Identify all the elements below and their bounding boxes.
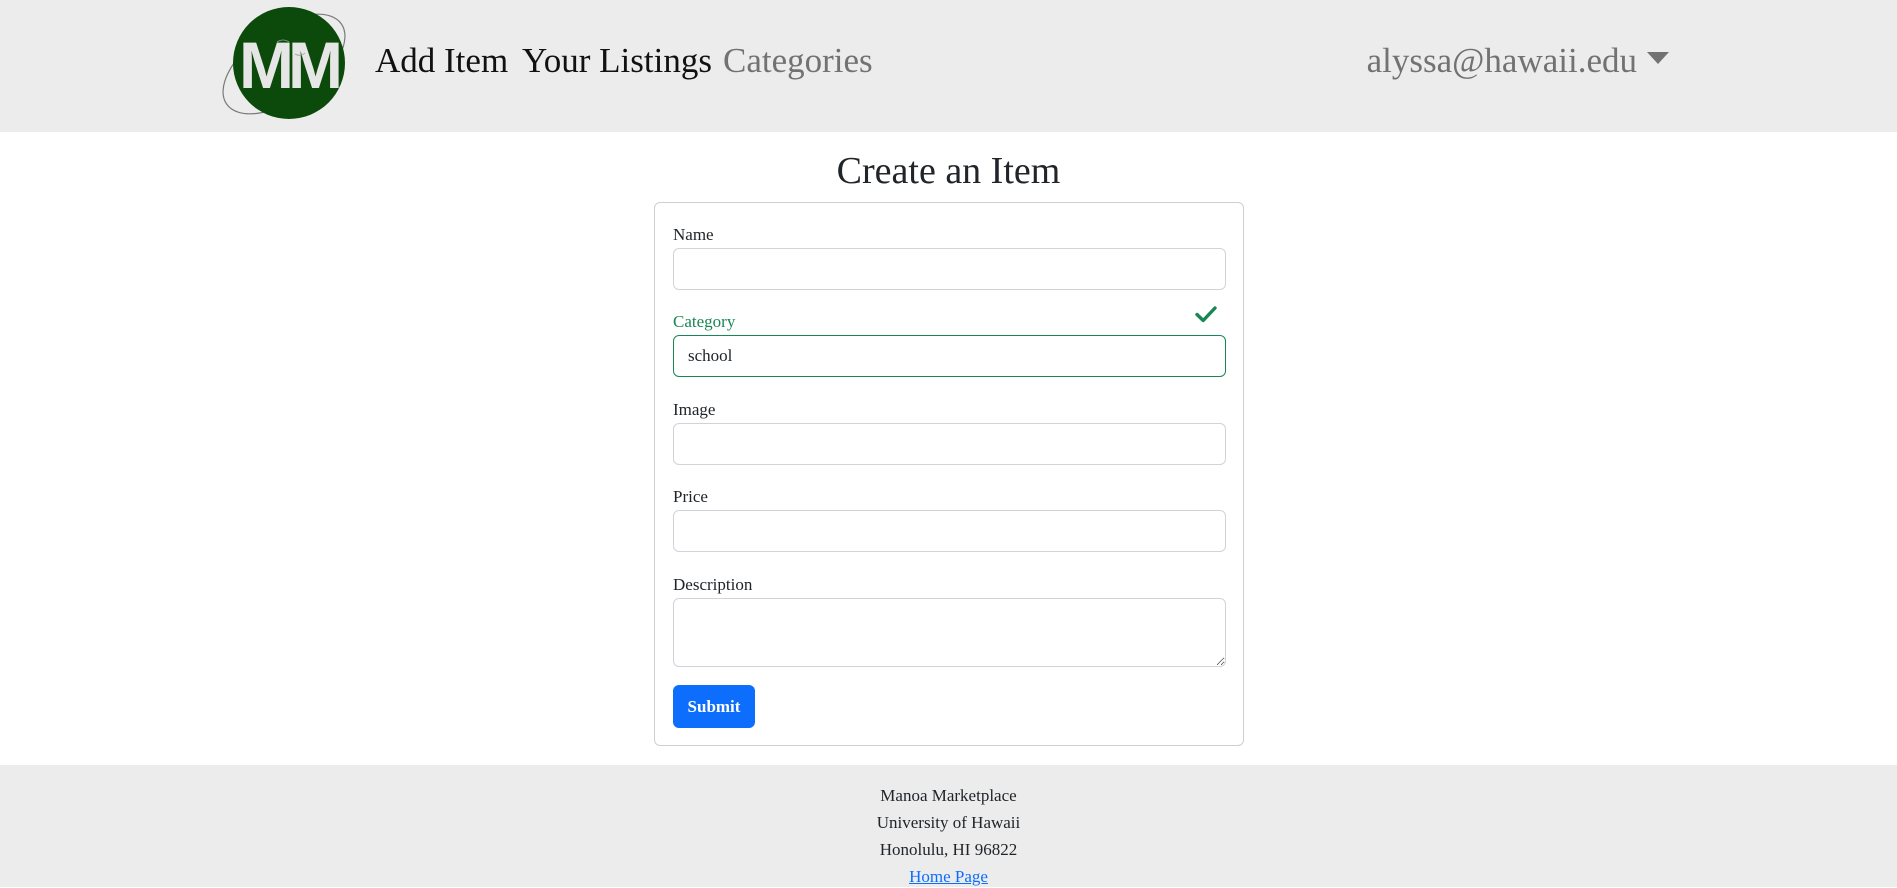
- footer-home-link[interactable]: Home Page: [909, 867, 988, 886]
- price-input[interactable]: [673, 510, 1226, 552]
- description-textarea[interactable]: [673, 598, 1226, 667]
- user-email: alyssa@hawaii.edu: [1366, 41, 1637, 80]
- logo-letters: MM: [239, 28, 339, 102]
- footer-site-name: Manoa Marketplace: [880, 786, 1017, 805]
- name-label: Name: [673, 225, 714, 244]
- checkmark-icon: [1195, 306, 1217, 323]
- footer-university: University of Hawaii: [876, 813, 1021, 832]
- price-label: Price: [673, 487, 708, 506]
- caret-down-icon: [1647, 52, 1669, 64]
- description-label: Description: [673, 575, 753, 594]
- footer: Manoa Marketplace University of Hawaii H…: [0, 765, 1897, 887]
- image-label: Image: [673, 400, 716, 419]
- category-label: Category: [673, 312, 736, 331]
- nav-categories[interactable]: Categories: [723, 38, 873, 84]
- footer-address: Honolulu, HI 96822: [879, 840, 1018, 859]
- manoa-marketplace-logo[interactable]: MM: [219, 4, 350, 124]
- category-input[interactable]: [673, 335, 1226, 377]
- create-item-form: Name Category Image Price Description Su…: [654, 202, 1244, 746]
- user-dropdown[interactable]: alyssa@hawaii.edu: [1367, 38, 1669, 84]
- submit-button[interactable]: Submit: [673, 685, 755, 728]
- nav-your-listings[interactable]: Your Listings: [522, 38, 712, 84]
- image-input[interactable]: [673, 423, 1226, 465]
- name-input[interactable]: [673, 248, 1226, 290]
- top-navbar: MM Add Item Your Listings Categories aly…: [0, 0, 1897, 132]
- nav-add-item[interactable]: Add Item: [375, 38, 508, 84]
- page-title: Create an Item: [836, 150, 1061, 192]
